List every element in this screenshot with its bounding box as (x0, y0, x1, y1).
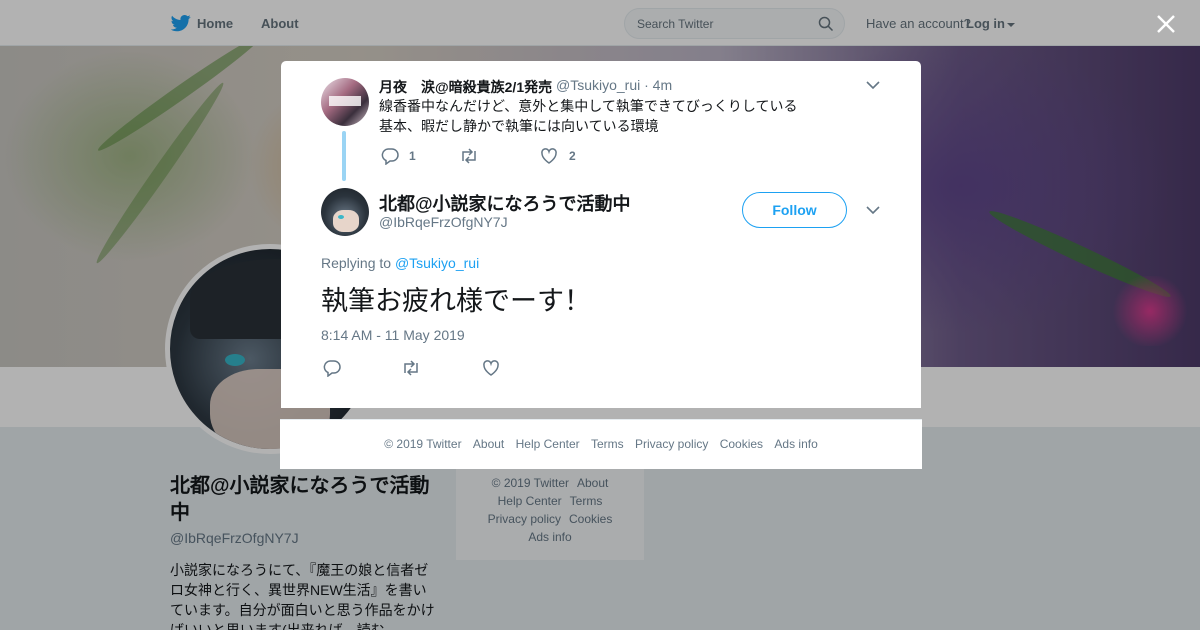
footer-privacy-link[interactable]: Privacy policy (635, 437, 708, 451)
main-tweet-avatar[interactable] (321, 188, 369, 236)
modal-footer: © 2019 Twitter About Help Center Terms P… (280, 419, 922, 469)
replying-to-link[interactable]: @Tsukiyo_rui (395, 255, 479, 271)
replying-prefix: Replying to (321, 255, 395, 271)
footer-copyright: © 2019 Twitter (384, 437, 462, 451)
parent-tweet-handle[interactable]: @Tsukiyo_rui · 4m (556, 77, 672, 93)
parent-tweet-avatar[interactable] (321, 78, 369, 126)
footer-cookies-link[interactable]: Cookies (720, 437, 763, 451)
retweet-icon[interactable] (459, 147, 479, 165)
parent-tweet-name[interactable]: 月夜 涙@暗殺貴族2/1発売 (379, 77, 552, 97)
main-tweet-handle[interactable]: @IbRqeFrzOfgNY7J (379, 214, 508, 230)
avatar-detail (329, 96, 361, 106)
footer-ads-link[interactable]: Ads info (774, 437, 817, 451)
replying-to: Replying to @Tsukiyo_rui (321, 255, 479, 271)
tweet-modal: 月夜 涙@暗殺貴族2/1発売 @Tsukiyo_rui · 4m 線香番中なんだ… (281, 61, 921, 408)
reply-icon[interactable] (381, 147, 399, 165)
parent-tweet-line: 基本、暇だし静かで執筆には向いている環境 (379, 118, 659, 134)
parent-tweet-line: 線香番中なんだけど、意外と集中して執筆できてびっくりしている (379, 98, 798, 114)
thread-connector-line (342, 131, 346, 181)
footer-help-link[interactable]: Help Center (516, 437, 580, 451)
like-icon[interactable] (540, 147, 558, 165)
like-count: 2 (569, 149, 576, 163)
tweet-timestamp[interactable]: 8:14 AM - 11 May 2019 (321, 327, 465, 343)
reply-count: 1 (409, 149, 416, 163)
main-tweet-name[interactable]: 北都@小説家になろうで活動中 (379, 190, 631, 216)
reply-icon[interactable] (323, 359, 341, 377)
chevron-down-icon[interactable] (866, 206, 880, 215)
footer-about-link[interactable]: About (473, 437, 504, 451)
modal-footer-links: © 2019 Twitter About Help Center Terms P… (280, 437, 922, 451)
footer-terms-link[interactable]: Terms (591, 437, 624, 451)
avatar-face (333, 210, 359, 232)
main-tweet-text: 執筆お疲れ様でーす！ (321, 286, 591, 317)
retweet-icon[interactable] (401, 359, 421, 377)
close-icon[interactable] (1155, 13, 1177, 35)
follow-button[interactable]: Follow (742, 192, 847, 228)
avatar-eye (338, 215, 344, 219)
chevron-down-icon[interactable] (866, 81, 880, 90)
like-icon[interactable] (482, 359, 500, 377)
parent-tweet-text: 線香番中なんだけど、意外と集中して執筆できてびっくりしている 基本、暇だし静かで… (379, 96, 839, 136)
